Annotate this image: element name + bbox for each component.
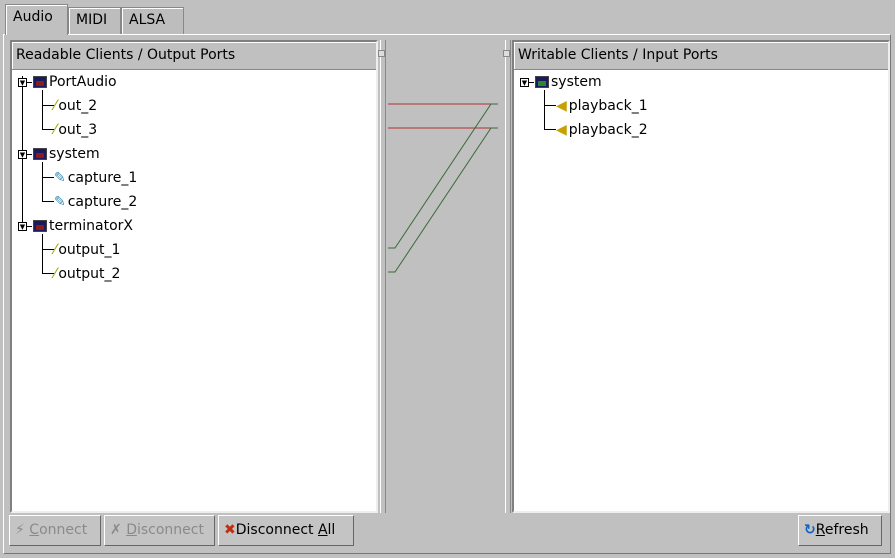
tab-midi[interactable]: MIDI [68, 7, 121, 34]
writable-header[interactable]: Writable Clients / Input Ports [514, 42, 888, 70]
connect-button[interactable]: ⚡ Connect [9, 515, 101, 546]
port-name: out_2 [58, 98, 98, 114]
disconnect-icon: ✗ [110, 522, 122, 538]
disconnect-mnemonic: D [126, 522, 137, 538]
refresh-label: efresh [824, 522, 869, 538]
port-name: output_2 [58, 266, 121, 282]
expand-toggle[interactable]: ▼ [18, 150, 27, 159]
expand-toggle[interactable]: ▼ [18, 78, 27, 87]
microphone-icon: ✎ [54, 194, 66, 210]
port-item[interactable]: ✎ capture_1 [54, 167, 137, 189]
port-name: capture_1 [67, 170, 138, 186]
client-name: PortAudio [49, 74, 117, 90]
plug-icon: ⁄ [54, 122, 57, 138]
disconnect-all-icon: ✖ [224, 522, 236, 538]
connect-mnemonic: C [29, 522, 40, 538]
disconnect-all-button[interactable]: ✖Disconnect All [218, 515, 354, 546]
port-name: output_1 [58, 242, 121, 258]
connection-line[interactable] [388, 127, 498, 273]
readable-clients-list[interactable]: Readable Clients / Output Ports ▼ PortAud… [10, 40, 378, 513]
client-icon [33, 148, 47, 160]
disconnect-all-mnemonic: A [317, 522, 328, 538]
expand-toggle[interactable]: ▼ [18, 222, 27, 231]
port-name: out_3 [58, 122, 98, 138]
writable-clients-list[interactable]: Writable Clients / Input Ports ▼ system ◀ p… [512, 40, 890, 513]
port-name: playback_2 [568, 122, 648, 138]
client-item[interactable]: PortAudio [33, 71, 117, 93]
port-name: capture_2 [67, 194, 138, 210]
port-item[interactable]: ◀ playback_2 [556, 119, 648, 141]
client-item[interactable]: terminatorX [33, 215, 133, 237]
microphone-icon: ✎ [54, 170, 66, 186]
disconnect-all-label-end: ll [327, 522, 336, 538]
client-item[interactable]: system [535, 71, 602, 93]
refresh-button[interactable]: ↻Refresh [798, 515, 882, 546]
speaker-icon: ◀ [556, 122, 567, 138]
expand-toggle[interactable]: ▼ [520, 78, 529, 87]
plug-icon: ⁄ [54, 242, 57, 258]
connect-label: onnect [39, 522, 88, 538]
port-name: playback_1 [568, 98, 648, 114]
tab-alsa[interactable]: ALSA [121, 7, 184, 34]
client-icon [33, 220, 47, 232]
port-item[interactable]: ⁄ out_3 [54, 119, 97, 141]
speaker-icon: ◀ [556, 98, 567, 114]
client-name: terminatorX [49, 218, 133, 234]
port-item[interactable]: ✎ capture_2 [54, 191, 137, 213]
tab-audio[interactable]: Audio [5, 4, 68, 35]
disconnect-all-label: Disconnect [235, 522, 318, 538]
connect-icon: ⚡ [15, 522, 25, 538]
client-icon [33, 76, 47, 88]
port-item[interactable]: ⁄ output_1 [54, 239, 120, 261]
refresh-icon: ↻ [804, 522, 816, 538]
client-item[interactable]: system [33, 143, 100, 165]
client-icon [535, 76, 549, 88]
port-item[interactable]: ⁄ out_2 [54, 95, 97, 117]
readable-header[interactable]: Readable Clients / Output Ports [12, 42, 376, 70]
plug-icon: ⁄ [54, 98, 57, 114]
client-name: system [49, 146, 100, 162]
disconnect-label: isconnect [136, 522, 204, 538]
refresh-mnemonic: R [815, 522, 825, 538]
client-name: system [551, 74, 602, 90]
right-splitter[interactable] [503, 40, 511, 513]
connections-view[interactable] [383, 40, 507, 513]
port-item[interactable]: ◀ playback_1 [556, 95, 648, 117]
plug-icon: ⁄ [54, 266, 57, 282]
disconnect-button[interactable]: ✗ Disconnect [104, 515, 215, 546]
connection-line[interactable] [388, 103, 498, 249]
port-item[interactable]: ⁄ output_2 [54, 263, 120, 285]
